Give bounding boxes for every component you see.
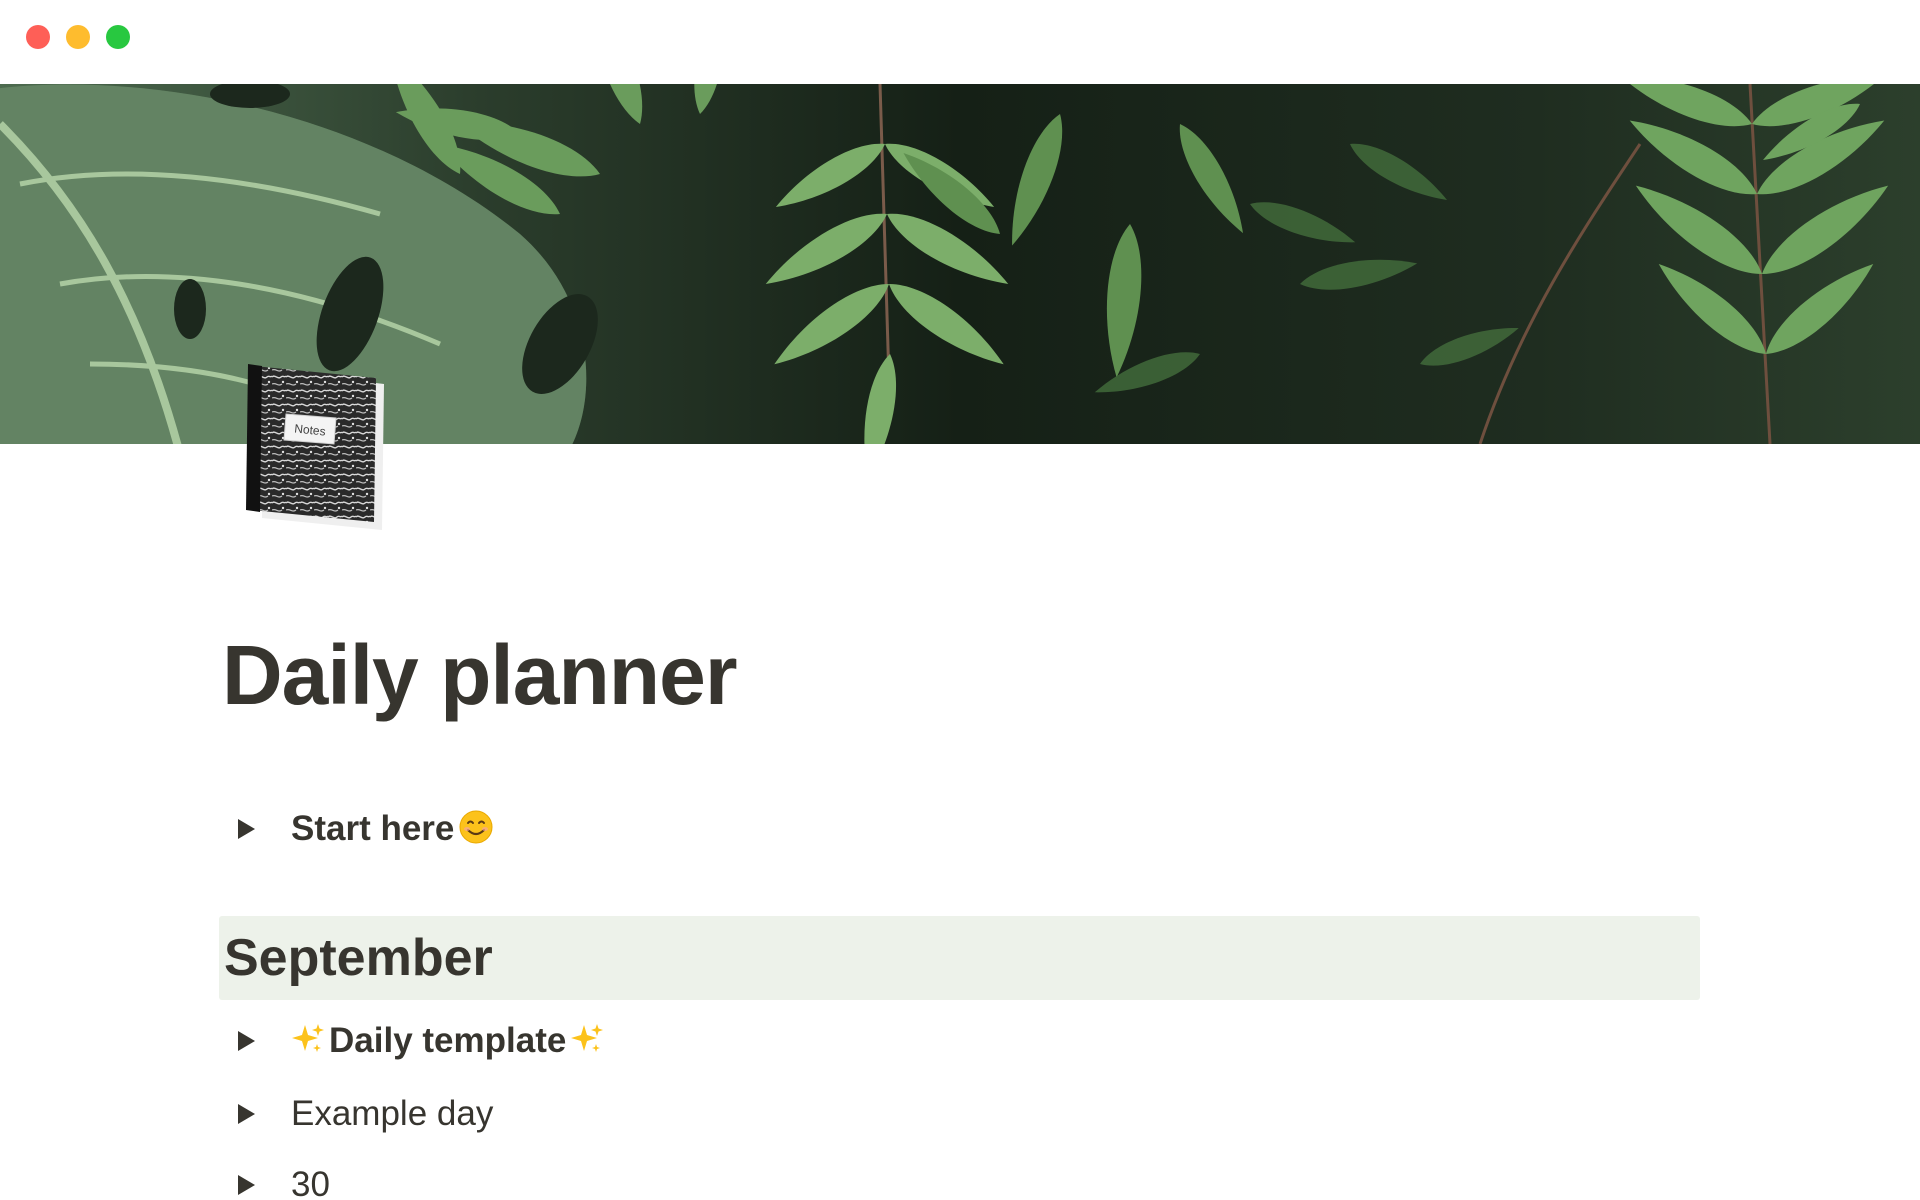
page-title[interactable]: Daily planner	[222, 620, 738, 730]
title-bar	[0, 0, 1920, 84]
toggle-start-here[interactable]: Start here	[232, 804, 498, 854]
toggle-label: 30	[291, 1165, 330, 1200]
composition-notebook-icon[interactable]: Notes	[244, 360, 390, 532]
toggle-example-day[interactable]: Example day	[232, 1089, 493, 1139]
toggle-label: Daily template	[329, 1021, 567, 1060]
close-window-button[interactable]	[26, 25, 50, 49]
toggle-arrow-icon[interactable]	[238, 1031, 255, 1051]
section-heading-text: September	[224, 929, 493, 987]
sparkles-icon	[570, 1022, 604, 1061]
toggle-daily-template[interactable]: Daily template	[232, 1016, 608, 1066]
toggle-arrow-icon[interactable]	[238, 819, 255, 839]
toggle-arrow-icon[interactable]	[238, 1175, 255, 1195]
sparkles-icon	[291, 1022, 325, 1061]
app-window: Notes Daily planner Start here September	[0, 0, 1920, 1200]
toggle-arrow-icon[interactable]	[238, 1104, 255, 1124]
section-heading-september[interactable]: September	[219, 916, 1700, 1000]
toggle-day-30[interactable]: 30	[232, 1160, 330, 1200]
minimize-window-button[interactable]	[66, 25, 90, 49]
smiling-face-icon	[458, 809, 494, 850]
toggle-label: Example day	[291, 1094, 494, 1133]
toggle-label: Start here	[291, 809, 455, 848]
maximize-window-button[interactable]	[106, 25, 130, 49]
